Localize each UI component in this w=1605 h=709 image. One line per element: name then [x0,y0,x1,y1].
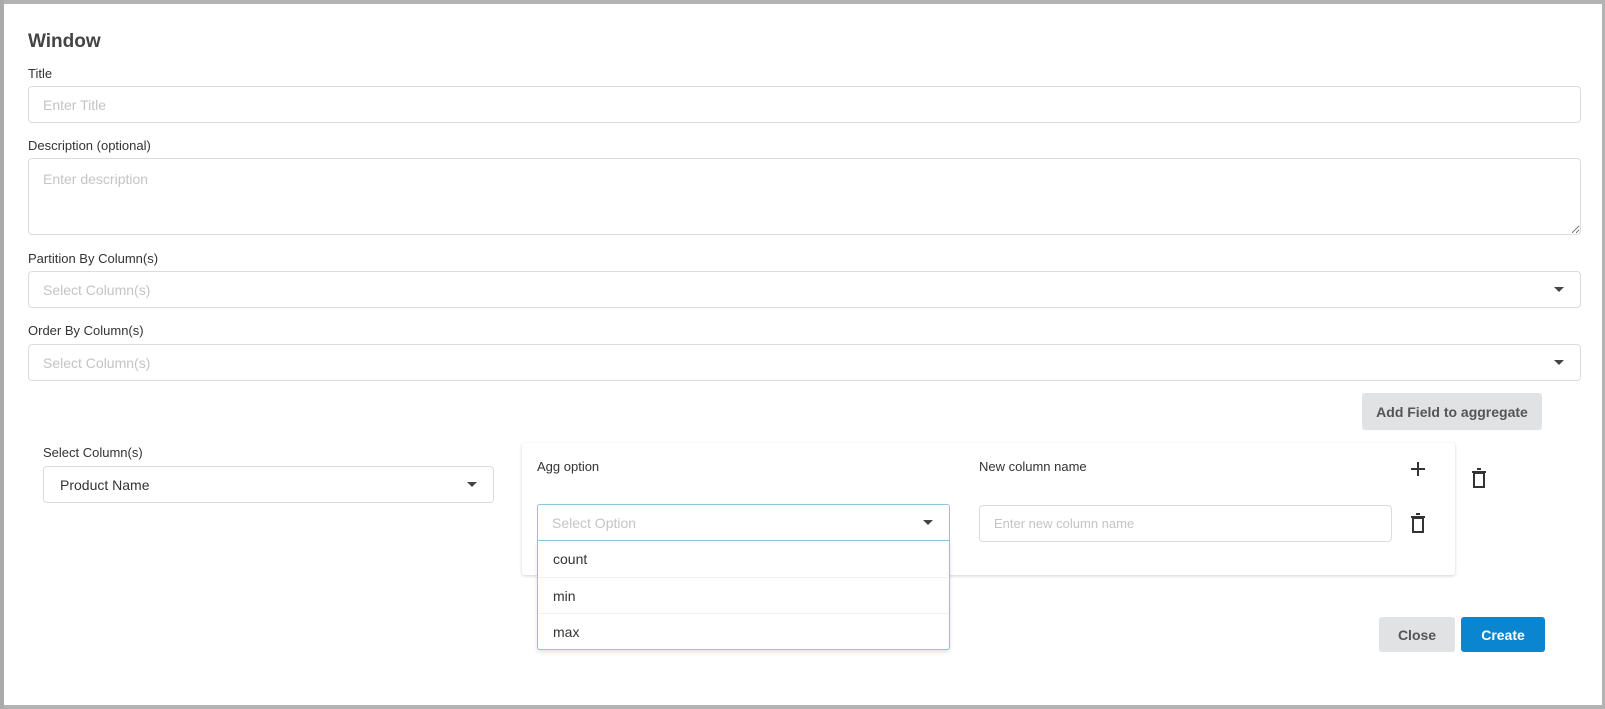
add-row-button[interactable] [1408,459,1428,479]
description-textarea[interactable] [28,158,1581,235]
modal-title: Window [28,31,101,52]
dropdown-option-count[interactable]: count [538,541,949,577]
chevron-down-icon [467,482,477,487]
select-column-label: Select Column(s) [43,445,143,460]
agg-option-placeholder: Select Option [552,514,637,531]
agg-option-dropdown-menu: count min max [537,541,950,650]
select-column-dropdown[interactable]: Product Name [43,466,494,503]
chevron-down-icon [923,520,933,525]
order-by-label: Order By Column(s) [28,323,144,338]
trash-icon [1472,468,1486,488]
plus-icon [1411,462,1425,476]
add-field-to-aggregate-button[interactable]: Add Field to aggregate [1362,393,1542,430]
trash-icon [1411,513,1425,533]
order-by-placeholder: Select Column(s) [43,354,151,371]
dropdown-option-max[interactable]: max [538,613,949,649]
close-button[interactable]: Close [1379,617,1455,652]
order-by-select[interactable]: Select Column(s) [28,344,1581,381]
new-column-name-input[interactable] [979,505,1392,542]
create-button[interactable]: Create [1461,617,1545,652]
partition-by-placeholder: Select Column(s) [43,281,151,298]
delete-aggregation-button[interactable] [1469,467,1489,489]
chevron-down-icon [1554,360,1564,365]
description-label: Description (optional) [28,138,151,153]
select-column-value: Product Name [60,476,150,493]
partition-by-select[interactable]: Select Column(s) [28,271,1581,308]
chevron-down-icon [1554,287,1564,292]
agg-option-select[interactable]: Select Option [537,504,950,541]
window-modal: Window Title Description (optional) Part… [4,4,1605,705]
new-column-name-header: New column name [979,459,1087,474]
dropdown-option-min[interactable]: min [538,577,949,613]
agg-option-header: Agg option [537,459,600,474]
title-input[interactable] [28,86,1581,123]
partition-by-label: Partition By Column(s) [28,251,159,266]
title-label: Title [28,66,53,81]
delete-row-button[interactable] [1408,512,1428,534]
